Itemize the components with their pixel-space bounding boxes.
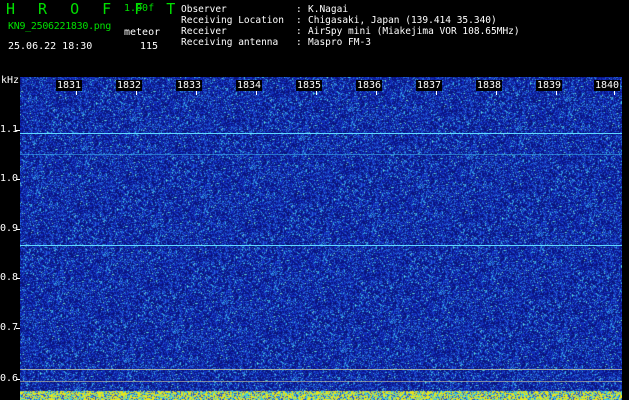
x-tick-label: 1835 <box>296 80 323 91</box>
filename-label: KN9_2506221830.png <box>8 21 111 32</box>
signal-line-2 <box>20 154 622 155</box>
meta-value: AirSpy mini (Miakejima VOR 108.65MHz) <box>308 26 520 37</box>
x-tick <box>316 91 317 95</box>
meta-label: Receiver <box>181 26 227 37</box>
x-tick <box>76 91 77 95</box>
x-tick <box>436 91 437 95</box>
x-tick-label: 1840 <box>594 80 621 91</box>
count-label: 115 <box>140 41 159 52</box>
x-tick-label: 1836 <box>356 80 383 91</box>
x-tick-label: 1832 <box>116 80 143 91</box>
x-tick <box>496 91 497 95</box>
version-label: 1.00f <box>124 3 155 14</box>
x-tick-label: 1837 <box>416 80 443 91</box>
baseline-line-2 <box>20 381 622 382</box>
meta-label: Receiving Location <box>181 15 284 26</box>
meta-label: Receiving antenna <box>181 37 279 48</box>
y-tick <box>16 328 20 329</box>
mode-label: meteor <box>124 27 161 38</box>
x-tick-label: 1834 <box>236 80 263 91</box>
y-tick <box>16 179 20 180</box>
x-tick <box>614 91 615 95</box>
x-tick <box>376 91 377 95</box>
meta-value: Chigasaki, Japan (139.414 35.340) <box>308 15 497 26</box>
y-tick <box>16 130 20 131</box>
signal-line-1 <box>20 133 622 134</box>
x-tick <box>136 91 137 95</box>
meta-label: Observer <box>181 4 227 15</box>
app-title: H R O F F T <box>6 0 183 18</box>
x-tick-label: 1831 <box>56 80 83 91</box>
meta-value: Maspro FM-3 <box>308 37 371 48</box>
meta-row-receiver: Receiver: AirSpy mini (Miakejima VOR 108.… <box>181 26 520 37</box>
waterfall-spectrogram[interactable] <box>20 77 622 400</box>
baseline-line-1 <box>20 369 622 370</box>
x-tick-label: 1838 <box>476 80 503 91</box>
timestamp-label: 25.06.22 18:30 <box>8 41 93 52</box>
y-tick <box>16 278 20 279</box>
x-tick-label: 1839 <box>536 80 563 91</box>
x-tick <box>256 91 257 95</box>
meta-row-observer: Observer: K.Nagai <box>181 4 349 15</box>
meta-row-antenna: Receiving antenna: Maspro FM-3 <box>181 37 371 48</box>
waterfall-canvas <box>20 77 622 400</box>
x-tick-label: 1833 <box>176 80 203 91</box>
y-tick <box>16 379 20 380</box>
y-tick <box>16 229 20 230</box>
meta-value: K.Nagai <box>308 4 349 15</box>
station-metadata: Observer: K.Nagai Receiving Location: Chig… <box>181 4 520 48</box>
y-axis-unit: kHz <box>1 75 20 86</box>
meta-row-location: Receiving Location: Chigasaki, Japan (139… <box>181 15 497 26</box>
x-tick <box>196 91 197 95</box>
signal-line-3 <box>20 245 622 246</box>
x-tick <box>556 91 557 95</box>
